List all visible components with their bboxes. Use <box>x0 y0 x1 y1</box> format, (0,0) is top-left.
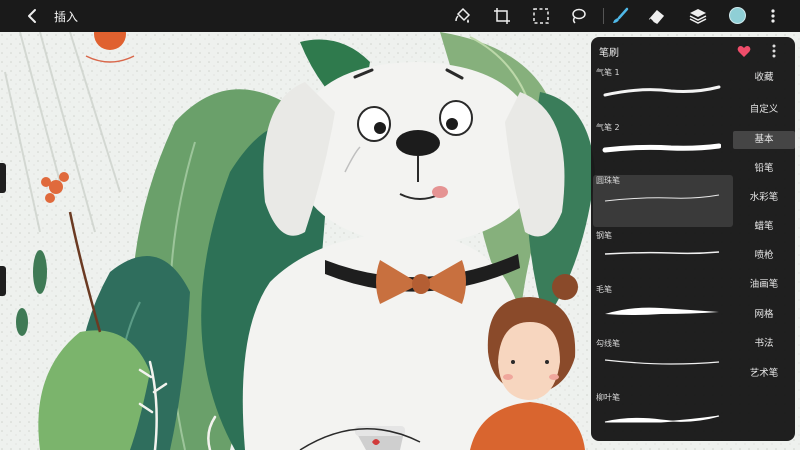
brush-stroke-preview <box>604 194 720 202</box>
category-oil[interactable]: 油画笔 <box>733 276 795 294</box>
top-toolbar: 插入 <box>0 0 800 32</box>
brush-icon <box>613 7 629 23</box>
brush-item[interactable]: 毛笔 <box>593 284 733 336</box>
toolbar-divider <box>603 8 604 24</box>
brush-button[interactable] <box>609 5 631 27</box>
category-favorites[interactable]: 收藏 <box>733 69 795 87</box>
category-art-brush[interactable]: 艺术笔 <box>733 365 795 383</box>
lasso-button[interactable] <box>567 5 589 27</box>
brush-item[interactable]: 气笔 2 <box>593 122 733 174</box>
heart-icon <box>737 46 751 57</box>
brush-stroke-preview <box>604 359 720 365</box>
brush-item[interactable]: 勾线笔 <box>593 338 733 390</box>
brush-size-handle[interactable] <box>0 163 6 193</box>
more-icon <box>771 9 775 23</box>
category-airbrush[interactable]: 喷枪 <box>733 247 795 265</box>
chevron-left-icon <box>28 9 36 23</box>
favorite-button[interactable] <box>737 43 751 57</box>
more-options-button[interactable] <box>762 5 784 27</box>
layers-icon <box>689 9 707 24</box>
category-basic[interactable]: 基本 <box>733 131 795 149</box>
category-calligraphy[interactable]: 书法 <box>733 335 795 353</box>
paint-bucket-button[interactable] <box>452 5 474 27</box>
category-watercolor[interactable]: 水彩笔 <box>733 189 795 207</box>
color-picker-button[interactable] <box>729 7 746 24</box>
paint-bucket-icon <box>455 7 471 23</box>
brush-stroke-preview <box>603 85 721 97</box>
brush-stroke-preview <box>602 143 721 153</box>
brush-stroke-preview <box>604 415 720 423</box>
more-icon <box>772 44 776 58</box>
brush-item[interactable]: 气笔 1 <box>593 67 733 119</box>
brush-stroke-preview <box>604 251 720 255</box>
layers-button[interactable] <box>687 5 709 27</box>
selection-icon <box>533 8 549 24</box>
back-button[interactable] <box>22 6 42 26</box>
category-grid[interactable]: 网格 <box>733 306 795 324</box>
category-crayon[interactable]: 蜡笔 <box>733 218 795 236</box>
category-pencil[interactable]: 铅笔 <box>733 160 795 178</box>
lasso-icon <box>572 8 586 24</box>
transform-button[interactable] <box>491 5 513 27</box>
insert-title[interactable]: 插入 <box>54 8 78 25</box>
eraser-button[interactable] <box>646 5 668 27</box>
brush-item-active[interactable]: 圆珠笔 <box>593 175 733 227</box>
panel-more-button[interactable] <box>771 43 781 59</box>
brush-opacity-handle[interactable] <box>0 266 6 296</box>
brush-stroke-preview <box>605 307 719 315</box>
category-custom[interactable]: 自定义 <box>733 101 795 119</box>
eraser-icon <box>648 9 665 24</box>
brush-item[interactable]: 钢笔 <box>593 230 733 282</box>
brush-panel-title: 笔刷 <box>599 48 619 59</box>
transform-icon <box>494 8 510 24</box>
brush-item[interactable]: 柳叶笔 <box>593 392 733 444</box>
selection-button[interactable] <box>530 5 552 27</box>
brush-panel: 笔刷 气笔 1 气笔 2 圆珠笔 钢笔 毛笔 勾线笔 柳叶笔 收藏 自定义 基本… <box>591 37 795 441</box>
